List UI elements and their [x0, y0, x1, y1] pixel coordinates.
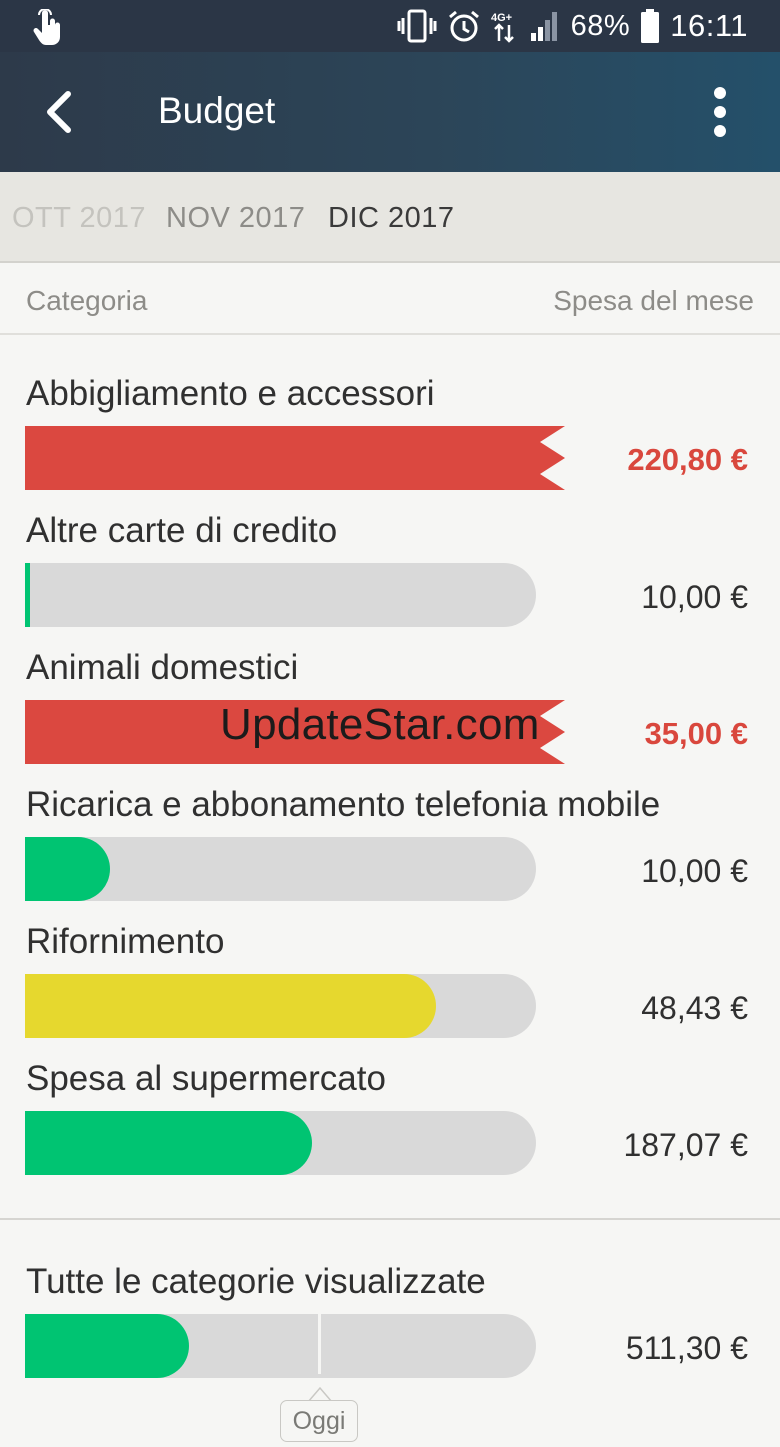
- status-bar: 4G+ 68% 16:11: [0, 0, 780, 52]
- category-name: Animali domestici: [26, 648, 299, 687]
- column-spend-label: Spesa del mese: [553, 285, 754, 316]
- total-progress-fill: [25, 1314, 189, 1378]
- budget-progress-fill: [25, 1111, 312, 1175]
- tab-month-ott-2017[interactable]: OTT 2017: [12, 202, 146, 235]
- budget-progress-track: [25, 1111, 536, 1175]
- category-row[interactable]: Rifornimento 48,43 €: [0, 922, 780, 1058]
- total-row[interactable]: Tutte le categorie visualizzate 511,30 €: [0, 1262, 780, 1398]
- category-amount: 10,00 €: [641, 579, 748, 615]
- network-label: 4G+: [491, 12, 512, 24]
- category-row[interactable]: Altre carte di credito 10,00 €: [0, 511, 780, 647]
- category-amount: 220,80 €: [627, 442, 748, 477]
- total-amount: 511,30 €: [625, 1330, 748, 1366]
- column-category-label: Categoria: [26, 285, 148, 316]
- budget-progress-track: [25, 974, 536, 1038]
- category-row[interactable]: Ricarica e abbonamento telefonia mobile …: [0, 785, 780, 921]
- today-marker: [318, 1310, 321, 1374]
- category-name: Rifornimento: [26, 922, 225, 961]
- category-amount: 10,00 €: [641, 853, 748, 889]
- budget-progress-fill: [25, 837, 110, 901]
- page-title: Budget: [158, 90, 276, 131]
- category-name: Spesa al supermercato: [26, 1059, 386, 1098]
- total-progress-track: [25, 1314, 536, 1378]
- app-bar: Budget: [0, 52, 780, 172]
- today-label: Oggi: [280, 1400, 358, 1442]
- budget-progress-fill: [25, 563, 30, 627]
- month-selector: OTT 2017 NOV 2017 DIC 2017: [0, 172, 780, 263]
- clock: 16:11: [670, 8, 748, 43]
- category-amount: 187,07 €: [623, 1127, 748, 1163]
- budget-progress-track: [25, 563, 536, 627]
- battery-icon: [641, 9, 660, 43]
- network-4g-icon: 4G+: [491, 12, 514, 43]
- budget-progress-fill: [25, 974, 436, 1038]
- more-vert-icon[interactable]: [700, 86, 740, 138]
- column-header: Categoria Spesa del mese: [0, 263, 780, 335]
- category-name: Ricarica e abbonamento telefonia mobile: [26, 785, 661, 824]
- category-amount: 48,43 €: [641, 990, 748, 1026]
- category-name: Abbigliamento e accessori: [26, 374, 435, 413]
- touch-icon: [33, 9, 60, 45]
- category-row[interactable]: Abbigliamento e accessori 220,80 €: [0, 374, 780, 510]
- vibrate-icon: [397, 9, 437, 43]
- category-name: Altre carte di credito: [26, 511, 338, 550]
- battery-percent: 68%: [570, 9, 631, 42]
- back-arrow-icon[interactable]: [40, 90, 80, 134]
- signal-icon: [530, 12, 557, 41]
- total-name: Tutte le categorie visualizzate: [26, 1262, 486, 1301]
- over-budget-bar: [25, 426, 565, 490]
- section-divider: [0, 1218, 780, 1220]
- watermark-text: UpdateStar.com: [220, 700, 540, 749]
- category-row[interactable]: Spesa al supermercato 187,07 €: [0, 1059, 780, 1195]
- budget-progress-track: [25, 837, 536, 901]
- category-amount: 35,00 €: [644, 716, 748, 751]
- tab-month-dic-2017[interactable]: DIC 2017: [328, 202, 455, 235]
- alarm-icon: [448, 10, 479, 42]
- tab-month-nov-2017[interactable]: NOV 2017: [166, 202, 305, 235]
